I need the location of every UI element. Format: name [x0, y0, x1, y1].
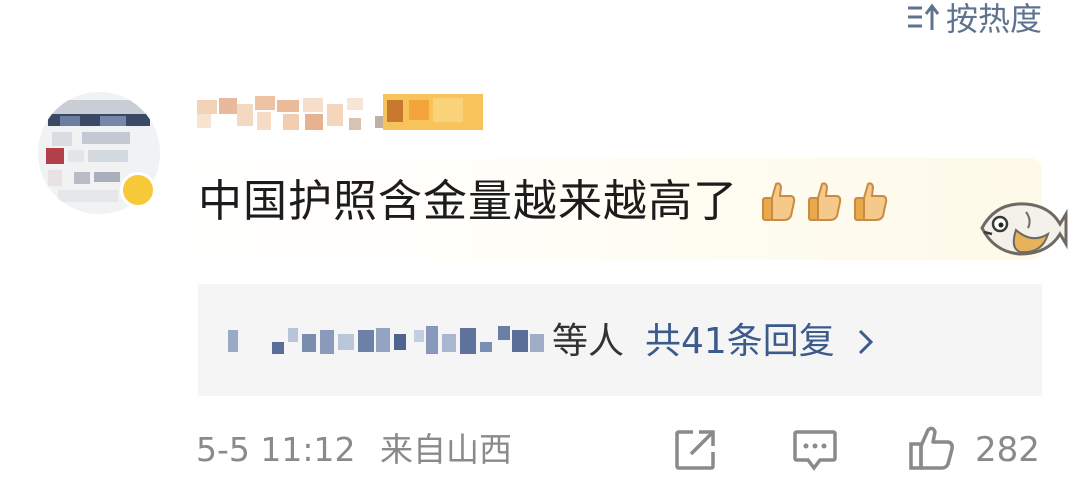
- comment-location: 来自山西: [380, 430, 512, 469]
- comment-date: 5-5 11:12: [196, 430, 356, 469]
- chevron-right-icon: [857, 328, 875, 356]
- reply-count-label: 共41条回复: [645, 321, 835, 362]
- emoji-row: [760, 180, 888, 222]
- thumbs-up-icon: [806, 180, 842, 222]
- comment-text: 中国护照含金量越来越高了: [198, 176, 738, 227]
- comment-page: 按热度 中国护照含金量越来越高了 等人 共41条回复 5-5 11:12 来自山…: [0, 0, 1080, 481]
- verified-badge-icon: [120, 172, 156, 208]
- like-icon[interactable]: [908, 424, 956, 472]
- thumbs-up-icon: [760, 180, 796, 222]
- comment-meta: 5-5 11:12 来自山西: [196, 426, 512, 474]
- sort-by-hot-button[interactable]: 按热度: [906, 0, 1042, 38]
- comment-icon[interactable]: [792, 428, 838, 472]
- fish-sticker-icon: [980, 202, 1068, 256]
- like-count: 282: [975, 430, 1040, 470]
- reply-authors-suffix: 等人: [552, 321, 625, 362]
- view-replies-link[interactable]: 共41条回复: [645, 318, 875, 366]
- thumbs-up-icon: [852, 180, 888, 222]
- reply-authors-obscured: [228, 326, 544, 354]
- share-icon[interactable]: [673, 428, 717, 472]
- sort-icon: [906, 2, 940, 32]
- username-obscured[interactable]: [197, 94, 483, 134]
- sort-label: 按热度: [945, 0, 1042, 38]
